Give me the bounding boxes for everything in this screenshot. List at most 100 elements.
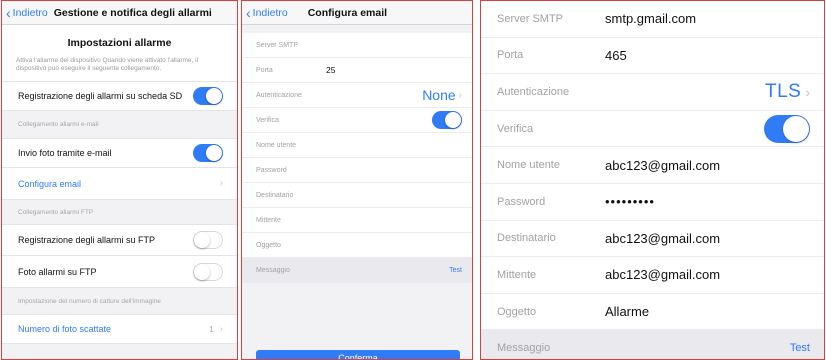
toggle-knob xyxy=(783,115,809,142)
email-form: Server SMTP Porta 25 Autenticazione None… xyxy=(242,33,472,283)
ftp-photo-toggle[interactable] xyxy=(193,262,223,281)
sd-recording-toggle[interactable] xyxy=(193,87,223,106)
sender-value[interactable]: abc123@gmail.com xyxy=(605,267,720,282)
password-value[interactable]: ••••••••• xyxy=(605,194,655,209)
confirm-button[interactable]: Conferma xyxy=(256,350,460,359)
sender-label: Mittente xyxy=(497,268,537,281)
email-config-screen-filled: Server SMTP smtp.gmail.com Porta 465 Aut… xyxy=(480,0,825,360)
photo-count-row[interactable]: Numero di foto scattate 1 › xyxy=(2,314,237,345)
page-title: Configura email xyxy=(307,6,388,19)
auth-field[interactable]: Autenticazione None › xyxy=(242,83,472,108)
subject-label: Oggetto xyxy=(256,241,281,249)
verify-label: Verifica xyxy=(256,116,279,124)
verify-toggle[interactable] xyxy=(764,114,810,143)
sd-recording-row: Registrazione degli allarmi su scheda SD xyxy=(2,81,237,112)
back-button[interactable]: ‹ Indietro xyxy=(6,6,48,20)
test-button[interactable]: Test xyxy=(790,342,810,354)
username-value[interactable]: abc123@gmail.com xyxy=(605,158,720,173)
toggle-knob xyxy=(206,88,222,105)
ftp-recording-label: Registrazione degli allarmi su FTP xyxy=(18,235,156,246)
message-label: Messaggio xyxy=(256,266,290,274)
smtp-server-field[interactable]: Server SMTP smtp.gmail.com xyxy=(481,1,824,38)
username-label: Nome utente xyxy=(497,159,560,172)
auth-label: Autenticazione xyxy=(497,85,570,98)
back-label: Indietro xyxy=(12,6,48,19)
auth-value[interactable]: None xyxy=(422,87,455,103)
chevron-right-icon: › xyxy=(219,323,223,335)
email-photo-label: Invio foto tramite e-mail xyxy=(18,148,112,159)
sender-field[interactable]: Mittente abc123@gmail.com xyxy=(481,257,824,294)
section-label-ftp: Collegamento allarmi FTP xyxy=(18,208,94,216)
password-field[interactable]: Password ••••••••• xyxy=(481,184,824,221)
photo-count-label[interactable]: Numero di foto scattate xyxy=(18,324,111,334)
recipient-field[interactable]: Destinatario xyxy=(242,183,472,208)
sender-label: Mittente xyxy=(256,216,281,224)
verify-label: Verifica xyxy=(497,122,534,135)
port-field[interactable]: Porta 25 xyxy=(242,58,472,83)
section-label-email: Collegamento allarmi e-mail xyxy=(18,121,99,129)
username-field[interactable]: Nome utente xyxy=(242,133,472,158)
message-label: Messaggio xyxy=(497,342,551,355)
verify-field: Verifica xyxy=(481,111,824,148)
configure-email-row[interactable]: Configura email › xyxy=(2,168,237,201)
page-title: Gestione e notifica degli allarmi xyxy=(53,6,212,19)
photo-count-value: 1 xyxy=(209,324,214,334)
port-value[interactable]: 25 xyxy=(326,65,335,75)
sd-recording-label: Registrazione degli allarmi su scheda SD xyxy=(18,91,183,102)
chevron-left-icon: ‹ xyxy=(6,4,11,21)
section-header: Impostazioni allarme xyxy=(2,25,237,55)
port-label: Porta xyxy=(497,49,524,62)
auth-label: Autenticazione xyxy=(256,91,302,99)
smtp-server-label: Server SMTP xyxy=(497,12,564,25)
auth-value[interactable]: TLS xyxy=(765,81,801,103)
port-field[interactable]: Porta 465 xyxy=(481,38,824,75)
email-photo-toggle[interactable] xyxy=(193,144,223,163)
password-label: Password xyxy=(256,166,287,174)
chevron-right-icon: › xyxy=(805,83,810,100)
smtp-server-label: Server SMTP xyxy=(256,41,299,49)
sender-field[interactable]: Mittente xyxy=(242,208,472,233)
recipient-label: Destinatario xyxy=(497,232,556,245)
toggle-knob xyxy=(206,145,222,162)
chevron-right-icon: › xyxy=(219,178,223,190)
message-field[interactable]: Messaggio Test xyxy=(242,258,472,283)
ftp-photo-label: Foto allarmi su FTP xyxy=(18,266,97,277)
nav-bar: ‹ Indietro Gestione e notifica degli all… xyxy=(2,1,237,25)
section-description: Attiva l'allarme del dispositivo Quando … xyxy=(2,55,237,82)
subject-field[interactable]: Oggetto xyxy=(242,233,472,258)
ftp-photo-row: Foto allarmi su FTP xyxy=(2,256,237,289)
port-label: Porta xyxy=(256,66,273,74)
back-label: Indietro xyxy=(252,6,288,19)
subject-field[interactable]: Oggetto Allarme xyxy=(481,294,824,331)
username-field[interactable]: Nome utente abc123@gmail.com xyxy=(481,147,824,184)
email-config-screen-empty: ‹ Indietro Configura email Server SMTP P… xyxy=(241,0,473,360)
auth-field[interactable]: Autenticazione TLS › xyxy=(481,74,824,111)
toggle-knob xyxy=(194,232,210,249)
smtp-server-field[interactable]: Server SMTP xyxy=(242,33,472,58)
toggle-knob xyxy=(445,112,461,128)
recipient-label: Destinatario xyxy=(256,191,294,199)
subject-label: Oggetto xyxy=(497,305,537,318)
nav-bar: ‹ Indietro Configura email xyxy=(242,1,472,25)
username-label: Nome utente xyxy=(256,141,297,149)
password-field[interactable]: Password xyxy=(242,158,472,183)
ftp-recording-toggle[interactable] xyxy=(193,231,223,250)
message-field[interactable]: Messaggio Test xyxy=(481,330,824,359)
chevron-left-icon: ‹ xyxy=(246,4,251,21)
back-button[interactable]: ‹ Indietro xyxy=(246,6,288,20)
verify-field: Verifica xyxy=(242,108,472,133)
verify-toggle[interactable] xyxy=(432,111,462,129)
recipient-field[interactable]: Destinatario abc123@gmail.com xyxy=(481,221,824,258)
chevron-right-icon: › xyxy=(458,89,462,101)
recipient-value[interactable]: abc123@gmail.com xyxy=(605,231,720,246)
section-label-photos: Impostazione del numero di catture dell'… xyxy=(18,297,161,305)
alarm-settings-screen: ‹ Indietro Gestione e notifica degli all… xyxy=(1,0,238,360)
subject-value[interactable]: Allarme xyxy=(605,304,649,319)
ftp-recording-row: Registrazione degli allarmi su FTP xyxy=(2,224,237,257)
password-label: Password xyxy=(497,195,546,208)
configure-email-link[interactable]: Configura email xyxy=(18,179,81,189)
smtp-server-value[interactable]: smtp.gmail.com xyxy=(605,11,696,26)
port-value[interactable]: 465 xyxy=(605,48,627,63)
test-button[interactable]: Test xyxy=(449,267,462,274)
toggle-knob xyxy=(194,263,210,280)
